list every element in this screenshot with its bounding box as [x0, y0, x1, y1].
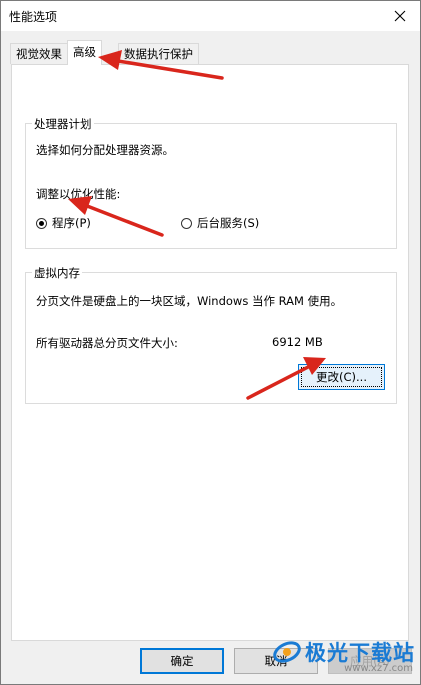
radio-programs[interactable]: 程序(P) — [36, 215, 91, 231]
processor-group-title: 处理器计划 — [32, 116, 94, 132]
focus-rectangle — [301, 367, 382, 387]
window-title: 性能选项 — [9, 10, 58, 24]
radio-programs-indicator[interactable] — [36, 217, 47, 229]
radio-background-services[interactable]: 后台服务(S) — [181, 215, 259, 231]
close-icon — [394, 10, 406, 22]
close-button[interactable] — [380, 1, 420, 31]
virtual-memory-group-title: 虚拟内存 — [32, 265, 82, 281]
ok-button[interactable]: 确定 — [140, 648, 224, 674]
virtual-memory-group: 虚拟内存 分页文件是硬盘上的一块区域，Windows 当作 RAM 使用。 所有… — [25, 265, 397, 404]
processor-scheduling-group: 处理器计划 选择如何分配处理器资源。 调整以优化性能: 程序(P) 后台服务(S… — [25, 116, 397, 249]
total-paging-size-label: 所有驱动器总分页文件大小: — [36, 336, 178, 350]
advanced-tab-panel: 处理器计划 选择如何分配处理器资源。 调整以优化性能: 程序(P) 后台服务(S… — [11, 64, 409, 641]
title-bar: 性能选项 — [1, 1, 420, 31]
watermark-url: www.xz7.com — [344, 663, 413, 674]
performance-options-dialog: 性能选项 视觉效果 高级 数据执行保护 处理器计划 选择如何分配处理器资源。 调… — [0, 0, 421, 685]
tab-data-execution-prevention[interactable]: 数据执行保护 — [118, 43, 199, 64]
site-watermark: 极光下载站 www.xz7.com — [272, 637, 415, 674]
tab-visual-effects[interactable]: 视觉效果 — [10, 43, 68, 64]
total-paging-size-value: 6912 MB — [272, 335, 323, 349]
paging-file-description: 分页文件是硬盘上的一块区域，Windows 当作 RAM 使用。 — [36, 294, 343, 308]
aurora-logo-icon — [273, 641, 301, 663]
radio-programs-label: 程序(P) — [52, 216, 91, 230]
adjust-performance-label: 调整以优化性能: — [36, 187, 121, 201]
radio-background-services-indicator[interactable] — [181, 217, 192, 229]
tab-advanced[interactable]: 高级 — [67, 40, 102, 65]
processor-description: 选择如何分配处理器资源。 — [36, 143, 174, 157]
change-virtual-memory-button[interactable]: 更改(C)... — [298, 364, 385, 390]
dialog-body: 视觉效果 高级 数据执行保护 处理器计划 选择如何分配处理器资源。 调整以优化性… — [1, 31, 420, 684]
radio-background-services-label: 后台服务(S) — [197, 216, 260, 230]
